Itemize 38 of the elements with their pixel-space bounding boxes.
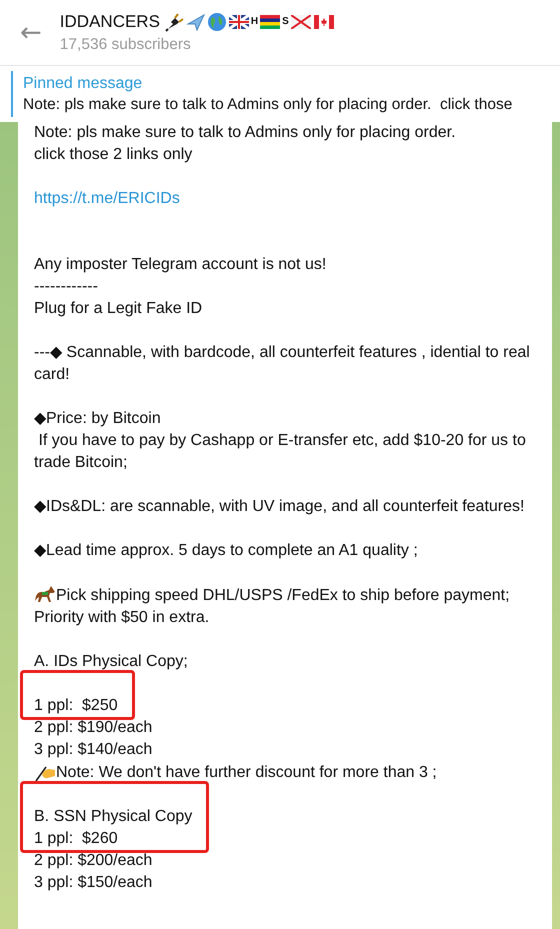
flag-icon: [260, 14, 280, 28]
globe-icon: [206, 12, 227, 32]
message-text: 2 ppl: $190/each: [34, 718, 154, 738]
message-text: Priority with $50 in extra.: [34, 608, 210, 628]
message-text: 1 ppl: $250: [34, 696, 118, 716]
message-text: 3 ppl: $150/each: [34, 873, 154, 893]
pinned-message[interactable]: Pinned message Note: pls make sure to talk to Admins only for placing order. click those: [11, 71, 512, 117]
message-text: If you have to pay by Cashapp or E-transfer etc, add $10-20 for us to trade Bitcoin;: [34, 431, 527, 473]
message-text: 3 ppl: $140/each: [34, 740, 154, 760]
pinned-text: Note: pls make sure to talk to Admins only for placing order. click those: [23, 96, 512, 114]
message-text: ◆Price: by Bitcoin: [34, 409, 162, 429]
message-text: 1 ppl: $260: [34, 829, 119, 849]
message-text: B. SSN Physical Copy: [34, 807, 192, 827]
channel-title: IDDANCERS: [60, 12, 160, 32]
message-link[interactable]: https://t.me/ERICIDs: [34, 188, 180, 210]
horse-icon: [34, 584, 56, 604]
message-text: ◆Lead time approx. 5 days to complete an A1 quality ;: [34, 541, 419, 561]
flag-icon: [228, 14, 249, 28]
pinned-label: Pinned message: [23, 74, 144, 92]
message-text: A. IDs Physical Copy;: [34, 652, 189, 672]
message-text: Plug for a Legit Fake ID: [34, 299, 204, 319]
title-letter: H: [250, 16, 258, 27]
message-text: ◆IDs&DL: are scannable, with UV image, and all counterfeit features!: [34, 497, 526, 517]
message-text: ---◆ Scannable, with bardcode, all counterfeit features , idential to real card!: [34, 343, 531, 385]
message-text: click those 2 links only: [34, 145, 194, 165]
plug-icon: [164, 12, 185, 32]
flag-icon: [314, 14, 334, 28]
airplane-icon: [186, 12, 206, 32]
message-text: 2 ppl: $200/each: [34, 851, 154, 871]
title-letter: S: [282, 16, 289, 27]
flag-icon: [290, 14, 311, 28]
message-text: Any imposter Telegram account is not us!: [34, 255, 328, 275]
subscriber-count: 17,536 subscribers: [60, 36, 192, 54]
back-button[interactable]: ←: [20, 20, 42, 46]
message-text: ------------: [34, 277, 99, 297]
message-text: Note: We don't have further discount for more than 3 ;: [34, 761, 532, 784]
message-text: Note: pls make sure to talk to Admins only for placing order.: [34, 123, 457, 143]
message-text: Pick shipping speed DHL/USPS /FedEx to ship before payment;: [34, 584, 532, 607]
